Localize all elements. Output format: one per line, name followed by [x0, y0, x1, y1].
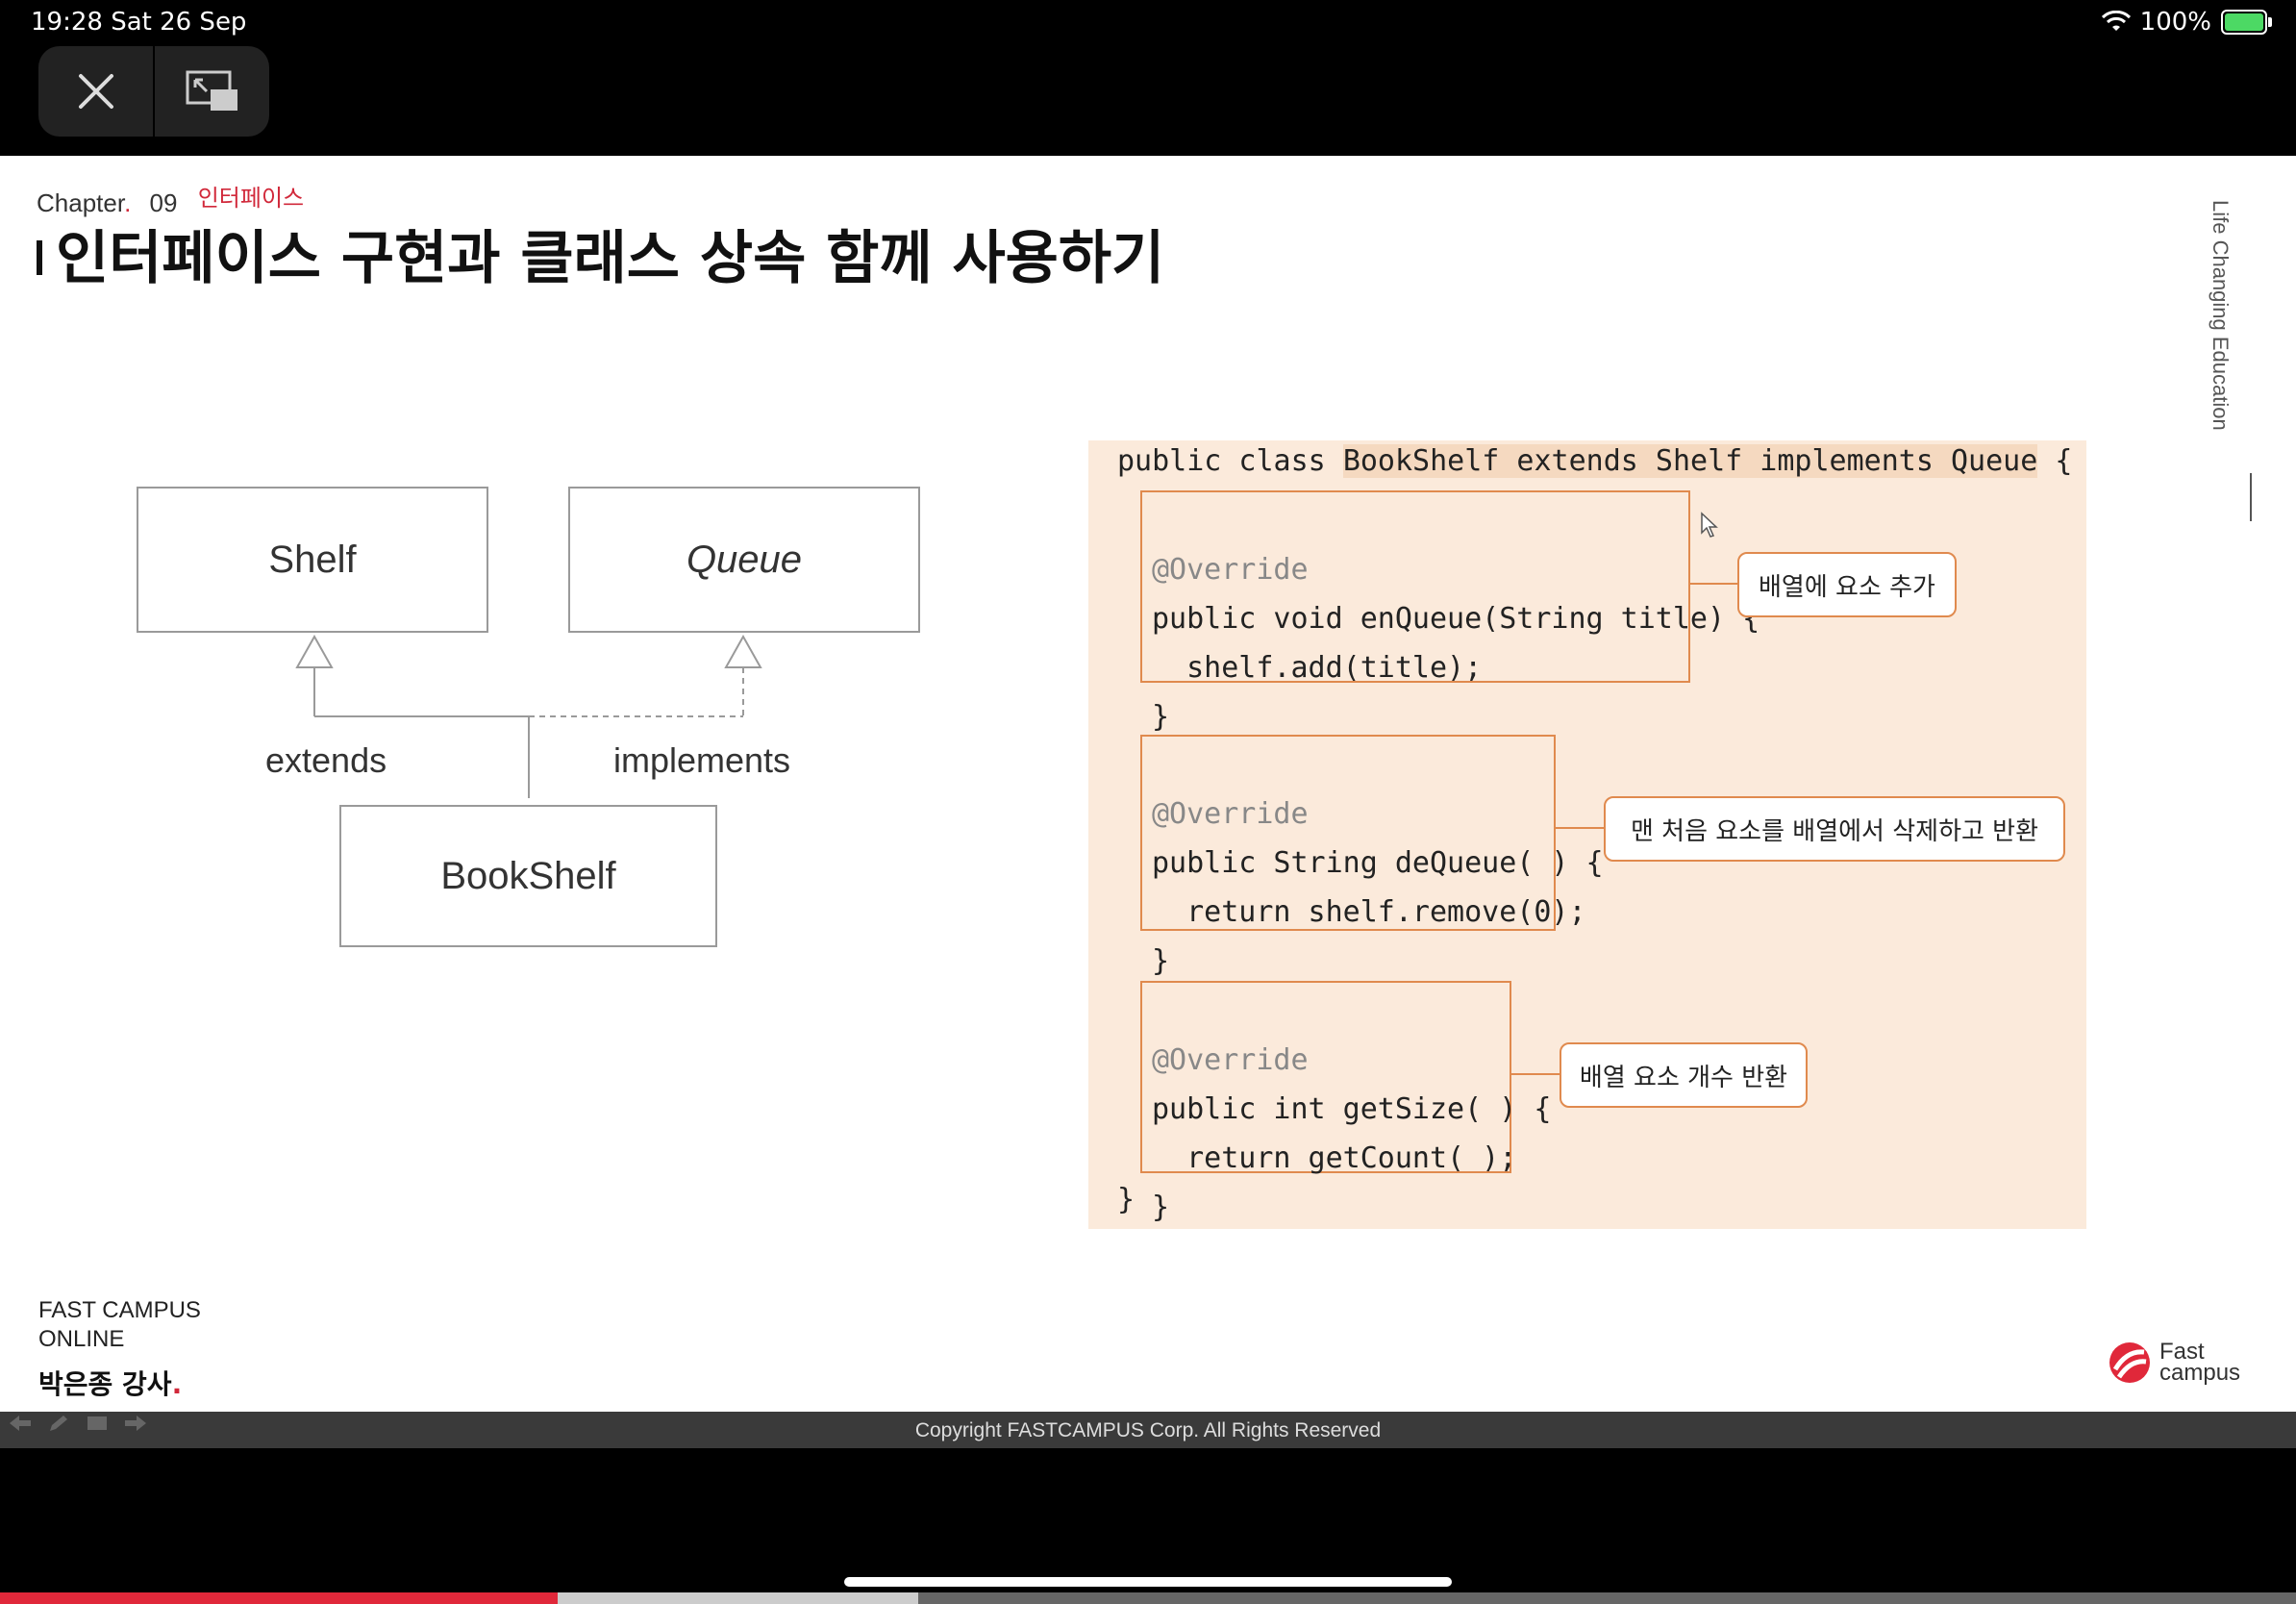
uml-extends-label: extends: [265, 740, 387, 780]
sidebar-line: [2250, 473, 2252, 521]
uml-bookshelf-label: BookShelf: [440, 854, 616, 897]
status-indicators: 100%: [2101, 8, 2272, 37]
wifi-icon: [2101, 11, 2131, 31]
method-box-enqueue: @Override public void enQueue(String tit…: [1140, 490, 1759, 734]
brand-line-1: FAST CAMPUS: [38, 1297, 201, 1323]
player-controls: [38, 46, 269, 137]
brand-text: FAST CAMPUS ONLINE: [38, 1296, 201, 1354]
method-code-enqueue: @Override public void enQueue(String tit…: [1152, 553, 1760, 734]
method-box-getsize: @Override public int getSize( ) { return…: [1140, 981, 1551, 1224]
class-declaration-highlight: BookShelf extends Shelf implements Queue: [1342, 444, 2038, 478]
uml-queue-box: Queue: [568, 487, 920, 633]
pip-button[interactable]: [155, 46, 269, 137]
brand-line-2: ONLINE: [38, 1326, 125, 1352]
connector-1: [1690, 583, 1742, 585]
battery-icon: [2221, 10, 2272, 35]
callout-dequeue: 맨 처음 요소를 배열에서 삭제하고 반환: [1604, 796, 2065, 862]
callout-getsize: 배열 요소 개수 반환: [1560, 1042, 1808, 1108]
class-closing-brace: }: [1117, 1183, 1136, 1216]
close-button[interactable]: [38, 46, 153, 137]
picture-in-picture-icon: [186, 70, 237, 111]
instructor-name: 박은종 강사.: [38, 1368, 183, 1400]
fastcampus-logo-icon: [2109, 1342, 2150, 1383]
connector-2: [1556, 827, 1608, 829]
slide: Chapter. 09 인터페이스 인터페이스 구현과 클래스 상속 함께 사용…: [0, 156, 2296, 1412]
method-code-dequeue: @Override public String deQueue( ) { ret…: [1152, 797, 1604, 978]
status-bar: 19:28 Sat 26 Sep 100%: [0, 0, 2296, 46]
uml-implements-label: implements: [613, 740, 791, 780]
progress-fill[interactable]: [0, 1592, 559, 1604]
home-indicator[interactable]: [844, 1577, 1452, 1587]
copyright-text: Copyright FASTCAMPUS Corp. All Rights Re…: [914, 1419, 1382, 1441]
uml-queue-label: Queue: [686, 538, 803, 581]
code-panel: public class BookShelf extends Shelf imp…: [1088, 440, 2086, 1229]
fastcampus-logo-text: Fast campus: [2159, 1339, 2241, 1386]
method-box-dequeue: @Override public String deQueue( ) { ret…: [1140, 735, 1604, 978]
uml-bookshelf-box: BookShelf: [339, 805, 717, 947]
class-declaration: public class BookShelf extends Shelf imp…: [1117, 444, 2073, 478]
uml-shelf-label: Shelf: [268, 538, 357, 581]
callout-enqueue: 배열에 요소 추가: [1737, 552, 1957, 617]
method-code-getsize: @Override public int getSize( ) { return…: [1152, 1043, 1552, 1224]
close-icon: [78, 74, 113, 109]
fastcampus-logo: Fast campus: [2108, 1341, 2240, 1385]
mouse-pointer-icon: [1701, 512, 1718, 538]
connector-3: [1511, 1073, 1563, 1075]
battery-percent: 100%: [2139, 8, 2211, 37]
uml-shelf-box: Shelf: [137, 487, 488, 633]
sidebar-slogan: Life Changing Education: [2209, 200, 2233, 431]
status-time: 19:28 Sat 26 Sep: [31, 8, 247, 37]
